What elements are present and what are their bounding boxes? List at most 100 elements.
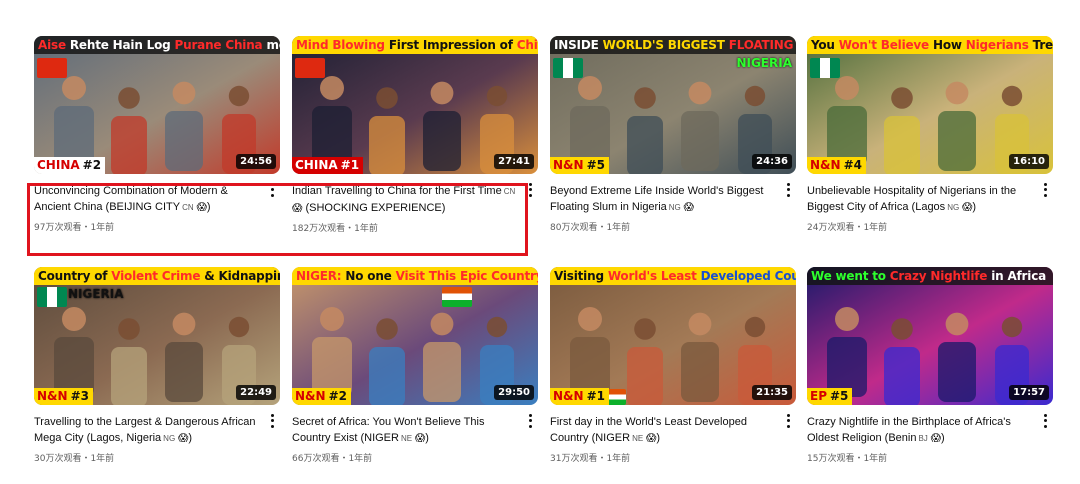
episode-series: N&N [553, 158, 584, 172]
country-code: CN [503, 187, 516, 196]
video-title-text: Crazy Nightlife in the Birthplace of Afr… [807, 416, 1011, 444]
video-title-suffix: ) [206, 201, 211, 213]
video-thumbnail[interactable]: NIGER: No one Visit This Epic Country N&N #2 2… [292, 267, 538, 405]
more-options-icon[interactable] [524, 413, 536, 429]
video-title[interactable]: Beyond Extreme Life Inside World's Bigge… [550, 183, 776, 216]
video-stats: 182万次观看・1年前 [292, 224, 378, 234]
video-duration: 22:49 [236, 385, 276, 400]
video-card[interactable]: NIGER: No one Visit This Epic Country N&N #2 2… [292, 267, 538, 464]
video-stats: 80万次观看・1年前 [550, 223, 631, 233]
video-title[interactable]: Unconvincing Combination of Modern & Anc… [34, 183, 260, 216]
video-stats: 24万次观看・1年前 [807, 223, 888, 233]
video-stats: 66万次观看・1年前 [292, 454, 373, 464]
banner-word: Purane China [174, 38, 263, 52]
thumbnail-banner-text: Mind BlowingFirst Impression ofChina [292, 36, 538, 54]
video-duration: 29:50 [494, 385, 534, 400]
country-code: BJ [918, 434, 928, 443]
more-options-icon[interactable] [1039, 413, 1051, 429]
episode-series: N&N [37, 389, 68, 403]
video-card[interactable]: INSIDEWORLD'S BIGGESTFLOATING SLUM NIGERI… [550, 36, 796, 233]
thumbnail-banner-text: Country ofViolent Crime& Kidnapping [34, 267, 280, 285]
country-code: NG [947, 203, 960, 212]
kebab-dot [270, 414, 274, 418]
episode-series: CHINA [37, 158, 80, 172]
banner-word: Developed Country [700, 269, 796, 283]
kebab-dot [786, 193, 790, 197]
country-flag-icon [37, 287, 67, 307]
video-title[interactable]: Indian Travelling to China for the First… [292, 183, 518, 217]
video-title[interactable]: Travelling to the Largest & Dangerous Af… [34, 414, 260, 447]
video-title[interactable]: Crazy Nightlife in the Birthplace of Afr… [807, 414, 1033, 447]
video-thumbnail[interactable]: Mind BlowingFirst Impression ofChina CHIN… [292, 36, 538, 174]
more-options-icon[interactable] [782, 413, 794, 429]
video-thumbnail[interactable]: We went to Crazy Nightlife in Africa EP #5 17… [807, 267, 1053, 405]
more-options-icon[interactable] [1039, 182, 1051, 198]
video-card[interactable]: Mind BlowingFirst Impression ofChina CHIN… [292, 36, 538, 234]
kebab-dot [786, 188, 790, 192]
kebab-dot [270, 424, 274, 428]
thumbnail-banner-text: VisitingWorld's LeastDeveloped Country [550, 267, 796, 285]
episode-number: #4 [843, 158, 862, 172]
previous-row-stats-strip [0, 0, 1080, 6]
video-title[interactable]: First day in the World's Least Developed… [550, 414, 776, 447]
kebab-dot [528, 419, 532, 423]
banner-word: Visit This [395, 269, 457, 283]
video-title-suffix: ) [425, 432, 429, 444]
banner-word: Rehte Hain Log [69, 38, 171, 52]
episode-series: N&N [295, 389, 326, 403]
episode-number: #1 [340, 158, 360, 172]
banner-word: We went to [811, 269, 886, 283]
video-thumbnail[interactable]: VisitingWorld's LeastDeveloped Country N&… [550, 267, 796, 405]
video-title-text: Indian Travelling to China for the First… [292, 185, 502, 197]
country-code: NG [668, 203, 681, 212]
thumbnail-banner-text: YouWon't BelieveHowNigeriansTreated Me [807, 36, 1053, 54]
banner-word: Violent Crime [111, 269, 201, 283]
banner-word: NIGER: [296, 269, 342, 283]
video-meta: First day in the World's Least Developed… [550, 405, 796, 464]
video-thumbnail[interactable]: INSIDEWORLD'S BIGGESTFLOATING SLUM NIGERI… [550, 36, 796, 174]
video-title[interactable]: Unbelievable Hospitality of Nigerians in… [807, 183, 1033, 216]
shocked-emoji-icon: 😱 [959, 202, 973, 213]
more-options-icon[interactable] [266, 182, 278, 198]
thumbnail-sub-label: NIGERIA [736, 56, 792, 70]
banner-word: First Impression of [388, 38, 513, 52]
episode-series: EP [810, 389, 827, 403]
country-flag-icon [295, 58, 325, 78]
country-code: CN [182, 203, 194, 212]
country-flag-icon [553, 58, 583, 78]
video-card[interactable]: Country ofViolent Crime& Kidnapping NIGER… [34, 267, 280, 464]
banner-word: World's Least [607, 269, 697, 283]
video-stats: 31万次观看・1年前 [550, 454, 631, 464]
video-thumbnail[interactable]: YouWon't BelieveHowNigeriansTreated Me N&… [807, 36, 1053, 174]
video-duration: 16:10 [1009, 154, 1049, 169]
kebab-dot [528, 188, 532, 192]
video-title-text: Travelling to the Largest & Dangerous Af… [34, 416, 256, 444]
video-duration: 24:36 [752, 154, 792, 169]
more-options-icon[interactable] [782, 182, 794, 198]
banner-word: Country of [38, 269, 108, 283]
video-title[interactable]: Secret of Africa: You Won't Believe This… [292, 414, 518, 447]
kebab-dot [528, 183, 532, 187]
video-stats: 30万次观看・1年前 [34, 454, 115, 464]
video-card[interactable]: AiseRehte Hain LogPurane Chiname CHINA#2 2… [34, 36, 280, 233]
video-stats: 15万次观看・1年前 [807, 454, 888, 464]
video-card[interactable]: We went to Crazy Nightlife in Africa EP #5 17… [807, 267, 1053, 464]
banner-word: Mind Blowing [296, 38, 385, 52]
video-card[interactable]: YouWon't BelieveHowNigeriansTreated Me N&… [807, 36, 1053, 233]
more-options-icon[interactable] [524, 182, 536, 198]
video-meta: Indian Travelling to China for the First… [292, 174, 538, 234]
video-card[interactable]: VisitingWorld's LeastDeveloped Country N&… [550, 267, 796, 464]
video-thumbnail[interactable]: AiseRehte Hain LogPurane Chiname CHINA#2 2… [34, 36, 280, 174]
kebab-dot [270, 188, 274, 192]
country-flag-icon [442, 287, 472, 307]
episode-series: N&N [810, 158, 841, 172]
kebab-dot [270, 193, 274, 197]
kebab-dot [528, 193, 532, 197]
more-options-icon[interactable] [266, 413, 278, 429]
banner-word: Nigerians [965, 38, 1029, 52]
shocked-emoji-icon: 😱 [175, 433, 189, 444]
episode-tag: EP #5 [807, 388, 853, 405]
video-thumbnail[interactable]: Country ofViolent Crime& Kidnapping NIGER… [34, 267, 280, 405]
video-title-suffix: ) [941, 432, 945, 444]
kebab-dot [786, 419, 790, 423]
